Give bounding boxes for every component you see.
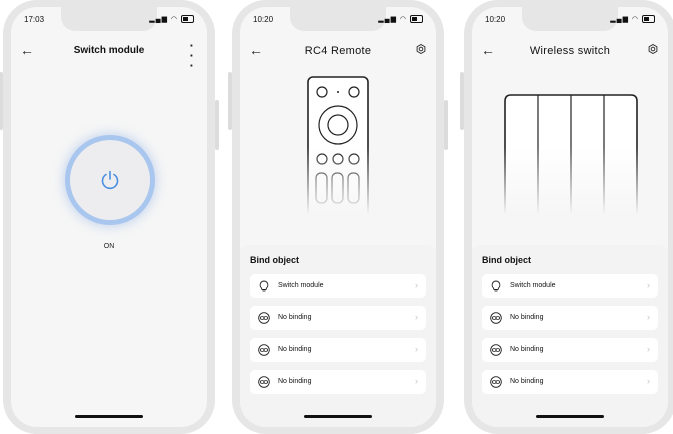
link-icon: [258, 376, 270, 388]
bind-item-no-binding[interactable]: No binding ›: [482, 370, 658, 394]
power-icon: [101, 170, 119, 190]
illustration-fade: [240, 147, 436, 222]
bind-item-no-binding[interactable]: No binding ›: [250, 370, 426, 394]
screen: 10:20 ▂▄▆ ◠ ← Wireless switch Bind objec…: [472, 7, 668, 427]
chevron-right-icon: ›: [415, 376, 418, 386]
page-title: Switch module: [73, 45, 145, 56]
power-button-inner[interactable]: [70, 140, 150, 220]
bind-item-no-binding[interactable]: No binding ›: [482, 338, 658, 362]
illustration-fade: [472, 147, 668, 222]
chevron-right-icon: ›: [415, 312, 418, 322]
link-icon: [490, 376, 502, 388]
notch: [290, 7, 386, 31]
bind-item-label: No binding: [510, 346, 544, 353]
phone-rc4-remote: 10:20 ▂▄▆ ◠ ← RC4 Remote Bind object Swi…: [228, 0, 448, 434]
phone-switch-module: 17:03 ▂▄▆ ◠ ← Switch module · · · ON: [0, 0, 219, 434]
bulb-icon: [259, 280, 269, 292]
chevron-right-icon: ›: [415, 280, 418, 290]
gear-icon[interactable]: [648, 44, 658, 54]
bind-item-label: No binding: [278, 314, 312, 321]
kebab-icon[interactable]: · · ·: [190, 39, 194, 72]
gear-icon[interactable]: [416, 44, 426, 54]
chevron-right-icon: ›: [647, 344, 650, 354]
bind-object-title: Bind object: [250, 255, 299, 265]
battery-icon: [410, 15, 423, 24]
link-icon: [258, 344, 270, 356]
bind-object-section: Bind object Switch module › No binding ›: [472, 245, 668, 427]
bind-item-label: No binding: [510, 314, 544, 321]
status-icons: ▂▄▆ ◠: [378, 15, 423, 24]
phone-wireless-switch: 10:20 ▂▄▆ ◠ ← Wireless switch Bind objec…: [460, 0, 673, 434]
link-icon: [490, 312, 502, 324]
home-indicator: [304, 415, 372, 418]
bind-item-switch-module[interactable]: Switch module ›: [250, 274, 426, 298]
link-icon: [490, 344, 502, 356]
power-state-label: ON: [103, 243, 115, 250]
bind-item-label: Switch module: [510, 282, 556, 289]
bind-item-switch-module[interactable]: Switch module ›: [482, 274, 658, 298]
bind-item-label: No binding: [278, 378, 312, 385]
chevron-right-icon: ›: [647, 312, 650, 322]
status-time: 10:20: [485, 15, 506, 24]
battery-icon: [181, 15, 194, 24]
bulb-icon: [491, 280, 501, 292]
screen: 17:03 ▂▄▆ ◠ ← Switch module · · · ON: [11, 7, 207, 427]
bind-item-no-binding[interactable]: No binding ›: [250, 338, 426, 362]
status-time: 17:03: [24, 15, 45, 24]
notch: [61, 7, 157, 31]
screen: 10:20 ▂▄▆ ◠ ← RC4 Remote Bind object Swi…: [240, 7, 436, 427]
home-indicator: [536, 415, 604, 418]
battery-icon: [642, 15, 655, 24]
page-title: RC4 Remote: [304, 45, 372, 57]
page-title: Wireless switch: [529, 45, 611, 57]
link-icon: [258, 312, 270, 324]
bind-item-label: Switch module: [278, 282, 324, 289]
chevron-right-icon: ›: [415, 344, 418, 354]
bind-item-no-binding[interactable]: No binding ›: [482, 306, 658, 330]
power-button[interactable]: [65, 135, 155, 225]
home-indicator: [75, 415, 143, 418]
chevron-right-icon: ›: [647, 280, 650, 290]
bind-object-section: Bind object Switch module › No binding ›: [240, 245, 436, 427]
bind-item-label: No binding: [278, 346, 312, 353]
bind-object-title: Bind object: [482, 255, 531, 265]
chevron-right-icon: ›: [647, 376, 650, 386]
status-time: 10:20: [253, 15, 274, 24]
notch: [522, 7, 618, 31]
status-icons: ▂▄▆ ◠: [610, 15, 655, 24]
bind-item-label: No binding: [510, 378, 544, 385]
bind-item-no-binding[interactable]: No binding ›: [250, 306, 426, 330]
status-icons: ▂▄▆ ◠: [149, 15, 194, 24]
